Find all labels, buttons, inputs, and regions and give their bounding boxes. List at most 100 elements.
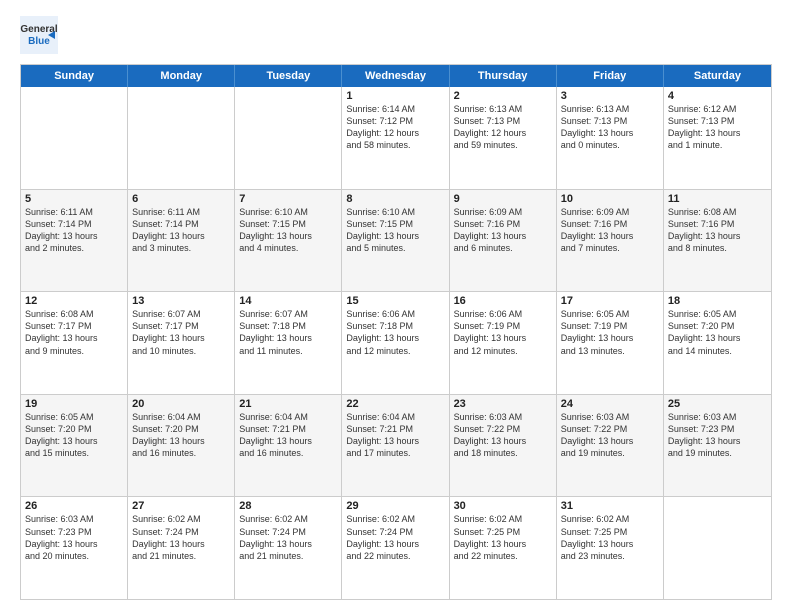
day-info: Sunrise: 6:08 AM Sunset: 7:16 PM Dayligh… bbox=[668, 206, 767, 255]
day-number: 31 bbox=[561, 500, 659, 512]
day-cell-4: 4Sunrise: 6:12 AM Sunset: 7:13 PM Daylig… bbox=[664, 87, 771, 189]
day-number: 14 bbox=[239, 295, 337, 307]
day-cell-12: 12Sunrise: 6:08 AM Sunset: 7:17 PM Dayli… bbox=[21, 292, 128, 394]
page: GeneralBlue SundayMondayTuesdayWednesday… bbox=[0, 0, 792, 612]
day-cell-6: 6Sunrise: 6:11 AM Sunset: 7:14 PM Daylig… bbox=[128, 190, 235, 292]
header: GeneralBlue bbox=[20, 16, 772, 54]
day-number: 20 bbox=[132, 398, 230, 410]
day-cell-19: 19Sunrise: 6:05 AM Sunset: 7:20 PM Dayli… bbox=[21, 395, 128, 497]
day-number: 9 bbox=[454, 193, 552, 205]
header-day-sunday: Sunday bbox=[21, 65, 128, 87]
day-number: 22 bbox=[346, 398, 444, 410]
day-info: Sunrise: 6:13 AM Sunset: 7:13 PM Dayligh… bbox=[454, 103, 552, 152]
day-cell-15: 15Sunrise: 6:06 AM Sunset: 7:18 PM Dayli… bbox=[342, 292, 449, 394]
day-info: Sunrise: 6:05 AM Sunset: 7:20 PM Dayligh… bbox=[668, 308, 767, 357]
header-day-friday: Friday bbox=[557, 65, 664, 87]
day-info: Sunrise: 6:09 AM Sunset: 7:16 PM Dayligh… bbox=[561, 206, 659, 255]
day-number: 12 bbox=[25, 295, 123, 307]
header-day-thursday: Thursday bbox=[450, 65, 557, 87]
calendar: SundayMondayTuesdayWednesdayThursdayFrid… bbox=[20, 64, 772, 600]
day-number: 19 bbox=[25, 398, 123, 410]
day-cell-9: 9Sunrise: 6:09 AM Sunset: 7:16 PM Daylig… bbox=[450, 190, 557, 292]
day-cell-29: 29Sunrise: 6:02 AM Sunset: 7:24 PM Dayli… bbox=[342, 497, 449, 599]
day-number: 28 bbox=[239, 500, 337, 512]
day-cell-18: 18Sunrise: 6:05 AM Sunset: 7:20 PM Dayli… bbox=[664, 292, 771, 394]
day-cell-3: 3Sunrise: 6:13 AM Sunset: 7:13 PM Daylig… bbox=[557, 87, 664, 189]
day-number: 30 bbox=[454, 500, 552, 512]
day-number: 3 bbox=[561, 90, 659, 102]
day-number: 4 bbox=[668, 90, 767, 102]
day-info: Sunrise: 6:05 AM Sunset: 7:20 PM Dayligh… bbox=[25, 411, 123, 460]
day-number: 10 bbox=[561, 193, 659, 205]
day-number: 24 bbox=[561, 398, 659, 410]
day-cell-16: 16Sunrise: 6:06 AM Sunset: 7:19 PM Dayli… bbox=[450, 292, 557, 394]
day-info: Sunrise: 6:13 AM Sunset: 7:13 PM Dayligh… bbox=[561, 103, 659, 152]
day-number: 6 bbox=[132, 193, 230, 205]
day-info: Sunrise: 6:11 AM Sunset: 7:14 PM Dayligh… bbox=[132, 206, 230, 255]
day-number: 11 bbox=[668, 193, 767, 205]
day-number: 25 bbox=[668, 398, 767, 410]
day-cell-23: 23Sunrise: 6:03 AM Sunset: 7:22 PM Dayli… bbox=[450, 395, 557, 497]
day-cell-5: 5Sunrise: 6:11 AM Sunset: 7:14 PM Daylig… bbox=[21, 190, 128, 292]
day-info: Sunrise: 6:07 AM Sunset: 7:18 PM Dayligh… bbox=[239, 308, 337, 357]
day-number: 26 bbox=[25, 500, 123, 512]
day-info: Sunrise: 6:10 AM Sunset: 7:15 PM Dayligh… bbox=[239, 206, 337, 255]
empty-cell-r0c2 bbox=[235, 87, 342, 189]
calendar-row-1: 5Sunrise: 6:11 AM Sunset: 7:14 PM Daylig… bbox=[21, 190, 771, 293]
day-cell-31: 31Sunrise: 6:02 AM Sunset: 7:25 PM Dayli… bbox=[557, 497, 664, 599]
day-info: Sunrise: 6:11 AM Sunset: 7:14 PM Dayligh… bbox=[25, 206, 123, 255]
day-info: Sunrise: 6:09 AM Sunset: 7:16 PM Dayligh… bbox=[454, 206, 552, 255]
day-cell-13: 13Sunrise: 6:07 AM Sunset: 7:17 PM Dayli… bbox=[128, 292, 235, 394]
header-day-wednesday: Wednesday bbox=[342, 65, 449, 87]
day-cell-25: 25Sunrise: 6:03 AM Sunset: 7:23 PM Dayli… bbox=[664, 395, 771, 497]
header-day-monday: Monday bbox=[128, 65, 235, 87]
calendar-header: SundayMondayTuesdayWednesdayThursdayFrid… bbox=[21, 65, 771, 87]
day-cell-7: 7Sunrise: 6:10 AM Sunset: 7:15 PM Daylig… bbox=[235, 190, 342, 292]
calendar-row-4: 26Sunrise: 6:03 AM Sunset: 7:23 PM Dayli… bbox=[21, 497, 771, 599]
empty-cell-r4c6 bbox=[664, 497, 771, 599]
day-info: Sunrise: 6:02 AM Sunset: 7:24 PM Dayligh… bbox=[239, 513, 337, 562]
day-number: 2 bbox=[454, 90, 552, 102]
day-cell-21: 21Sunrise: 6:04 AM Sunset: 7:21 PM Dayli… bbox=[235, 395, 342, 497]
day-cell-17: 17Sunrise: 6:05 AM Sunset: 7:19 PM Dayli… bbox=[557, 292, 664, 394]
day-info: Sunrise: 6:12 AM Sunset: 7:13 PM Dayligh… bbox=[668, 103, 767, 152]
day-number: 27 bbox=[132, 500, 230, 512]
day-number: 1 bbox=[346, 90, 444, 102]
day-cell-26: 26Sunrise: 6:03 AM Sunset: 7:23 PM Dayli… bbox=[21, 497, 128, 599]
header-day-saturday: Saturday bbox=[664, 65, 771, 87]
header-day-tuesday: Tuesday bbox=[235, 65, 342, 87]
day-info: Sunrise: 6:04 AM Sunset: 7:20 PM Dayligh… bbox=[132, 411, 230, 460]
day-info: Sunrise: 6:07 AM Sunset: 7:17 PM Dayligh… bbox=[132, 308, 230, 357]
empty-cell-r0c1 bbox=[128, 87, 235, 189]
calendar-row-2: 12Sunrise: 6:08 AM Sunset: 7:17 PM Dayli… bbox=[21, 292, 771, 395]
day-number: 5 bbox=[25, 193, 123, 205]
day-info: Sunrise: 6:06 AM Sunset: 7:19 PM Dayligh… bbox=[454, 308, 552, 357]
day-cell-14: 14Sunrise: 6:07 AM Sunset: 7:18 PM Dayli… bbox=[235, 292, 342, 394]
day-info: Sunrise: 6:02 AM Sunset: 7:24 PM Dayligh… bbox=[132, 513, 230, 562]
calendar-body: 1Sunrise: 6:14 AM Sunset: 7:12 PM Daylig… bbox=[21, 87, 771, 599]
day-cell-11: 11Sunrise: 6:08 AM Sunset: 7:16 PM Dayli… bbox=[664, 190, 771, 292]
day-info: Sunrise: 6:05 AM Sunset: 7:19 PM Dayligh… bbox=[561, 308, 659, 357]
day-cell-10: 10Sunrise: 6:09 AM Sunset: 7:16 PM Dayli… bbox=[557, 190, 664, 292]
day-number: 16 bbox=[454, 295, 552, 307]
day-info: Sunrise: 6:10 AM Sunset: 7:15 PM Dayligh… bbox=[346, 206, 444, 255]
day-number: 21 bbox=[239, 398, 337, 410]
day-number: 18 bbox=[668, 295, 767, 307]
day-cell-28: 28Sunrise: 6:02 AM Sunset: 7:24 PM Dayli… bbox=[235, 497, 342, 599]
day-info: Sunrise: 6:04 AM Sunset: 7:21 PM Dayligh… bbox=[239, 411, 337, 460]
day-info: Sunrise: 6:04 AM Sunset: 7:21 PM Dayligh… bbox=[346, 411, 444, 460]
day-info: Sunrise: 6:03 AM Sunset: 7:23 PM Dayligh… bbox=[25, 513, 123, 562]
day-number: 8 bbox=[346, 193, 444, 205]
day-cell-22: 22Sunrise: 6:04 AM Sunset: 7:21 PM Dayli… bbox=[342, 395, 449, 497]
day-info: Sunrise: 6:03 AM Sunset: 7:22 PM Dayligh… bbox=[454, 411, 552, 460]
day-cell-20: 20Sunrise: 6:04 AM Sunset: 7:20 PM Dayli… bbox=[128, 395, 235, 497]
day-info: Sunrise: 6:02 AM Sunset: 7:25 PM Dayligh… bbox=[454, 513, 552, 562]
logo: GeneralBlue bbox=[20, 16, 58, 54]
logo-svg: GeneralBlue bbox=[20, 16, 58, 54]
day-cell-27: 27Sunrise: 6:02 AM Sunset: 7:24 PM Dayli… bbox=[128, 497, 235, 599]
day-info: Sunrise: 6:02 AM Sunset: 7:24 PM Dayligh… bbox=[346, 513, 444, 562]
day-number: 23 bbox=[454, 398, 552, 410]
svg-text:Blue: Blue bbox=[28, 36, 50, 47]
day-cell-30: 30Sunrise: 6:02 AM Sunset: 7:25 PM Dayli… bbox=[450, 497, 557, 599]
day-cell-24: 24Sunrise: 6:03 AM Sunset: 7:22 PM Dayli… bbox=[557, 395, 664, 497]
